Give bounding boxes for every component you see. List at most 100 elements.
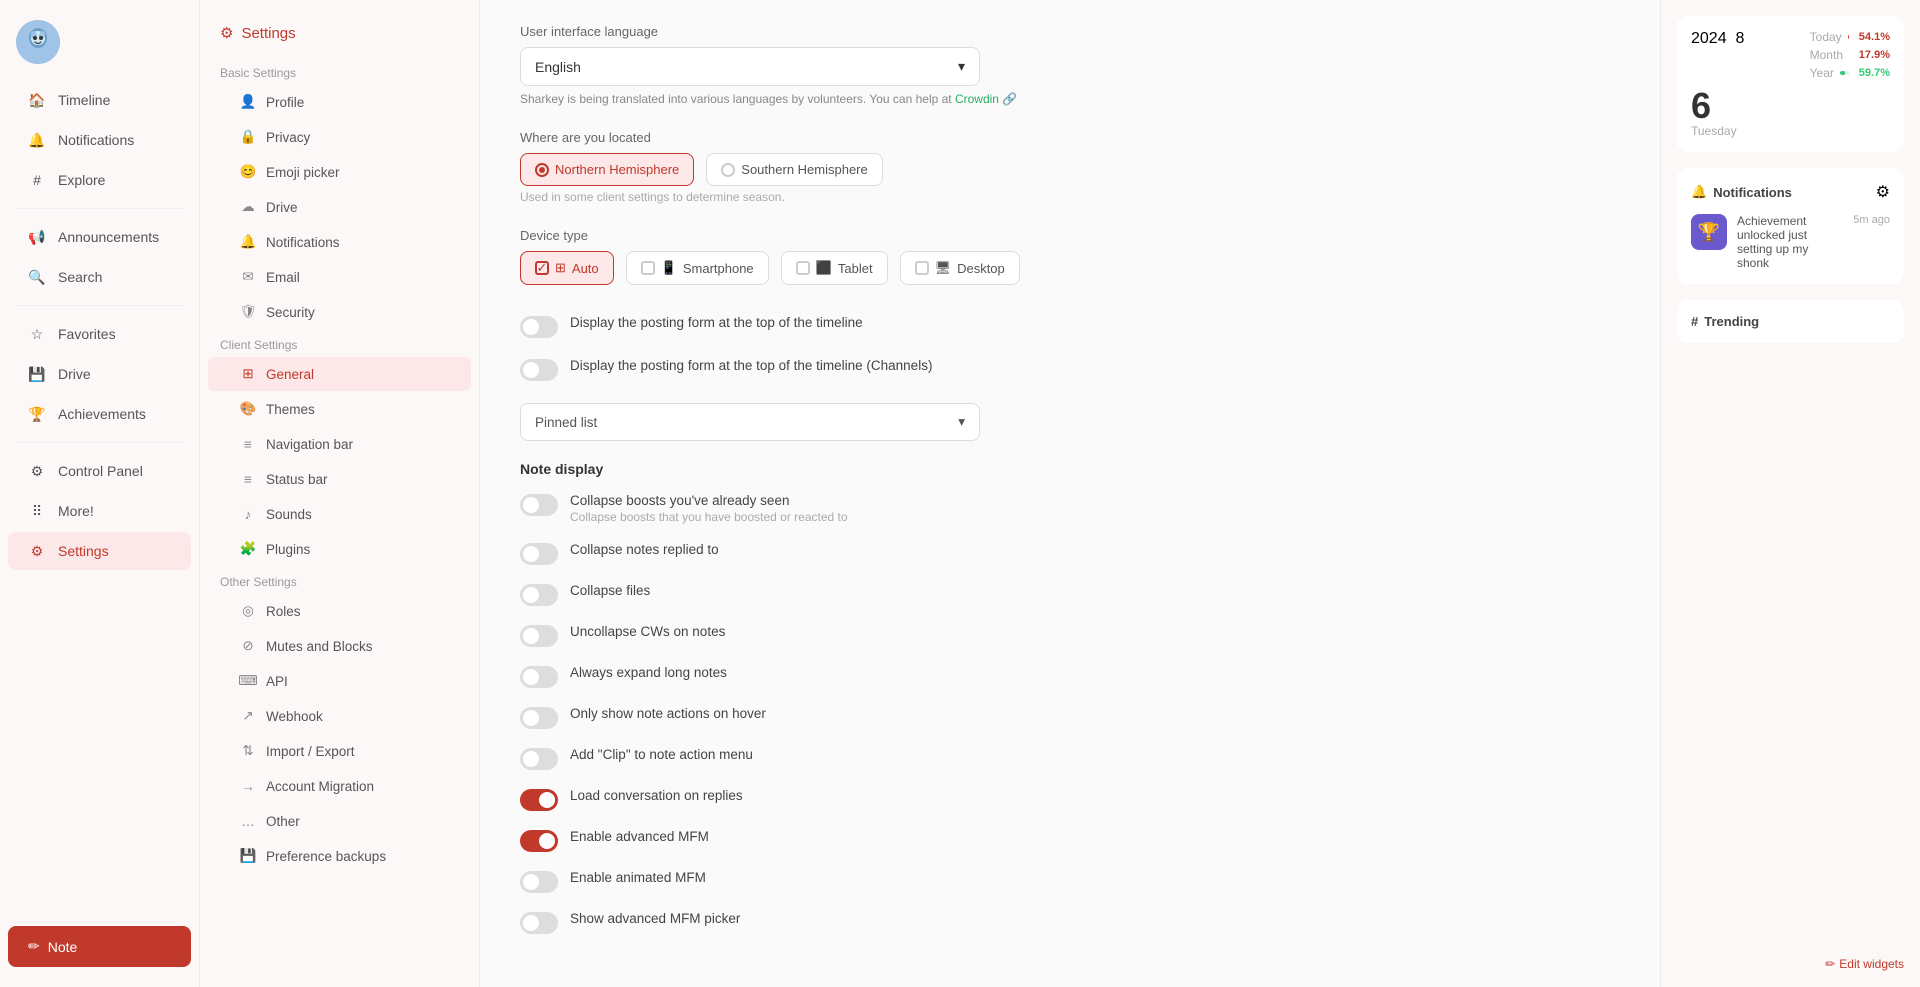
collapse-boosts-labels: Collapse boosts you've already seen Coll…	[570, 493, 848, 524]
posting-form-top-toggle[interactable]	[520, 316, 558, 338]
language-select[interactable]: English ▾	[520, 47, 980, 86]
enable-animated-mfm-row: Enable animated MFM	[520, 864, 1620, 899]
southern-radio-dot	[721, 163, 735, 177]
language-label: User interface language	[520, 24, 1620, 39]
settings-item-preference-backups[interactable]: 💾 Preference backups	[208, 839, 471, 873]
device-auto-option[interactable]: ✓ ⊞ Auto	[520, 251, 614, 285]
show-advanced-mfm-picker-toggle[interactable]	[520, 912, 558, 934]
settings-item-navigation-bar[interactable]: ≡ Navigation bar	[208, 427, 471, 461]
collapse-files-row: Collapse files	[520, 577, 1620, 612]
shield-icon: 🛡	[240, 304, 256, 320]
device-smartphone-option[interactable]: 📱 Smartphone	[626, 251, 769, 285]
month-value: 17.9%	[1855, 49, 1890, 61]
settings-item-webhook[interactable]: ↗ Webhook	[208, 699, 471, 733]
settings-item-profile[interactable]: 👤 Profile	[208, 85, 471, 119]
sidebar-item-more[interactable]: ⠿ More!	[8, 492, 191, 530]
settings-item-account-migration[interactable]: → Account Migration	[208, 769, 471, 803]
enable-advanced-mfm-toggle[interactable]	[520, 830, 558, 852]
northern-hemisphere-option[interactable]: Northern Hemisphere	[520, 153, 694, 186]
trophy-icon: 🏆	[28, 405, 46, 423]
uncollapse-cws-row: Uncollapse CWs on notes	[520, 618, 1620, 653]
settings-item-notifications-basic[interactable]: 🔔 Notifications	[208, 225, 471, 259]
sidebar-item-timeline[interactable]: 🏠 Timeline	[8, 81, 191, 119]
settings-item-api[interactable]: ⌨ API	[208, 664, 471, 698]
settings-item-themes[interactable]: 🎨 Themes	[208, 392, 471, 426]
settings-item-sounds[interactable]: ♪ Sounds	[208, 497, 471, 531]
uncollapse-cws-toggle[interactable]	[520, 625, 558, 647]
pencil-icon: ✏	[28, 938, 40, 955]
crowdin-link[interactable]: Crowdin	[955, 92, 999, 106]
today-metric: Today 54.1%	[1810, 30, 1890, 44]
sidebar-item-controlpanel[interactable]: ⚙ Control Panel	[8, 452, 191, 490]
left-sidebar: 🏠 Timeline 🔔 Notifications # Explore 📢 A…	[0, 0, 200, 987]
sidebar-item-achievements[interactable]: 🏆 Achievements	[8, 395, 191, 433]
settings-item-other[interactable]: … Other	[208, 804, 471, 838]
pinned-list-select[interactable]: Pinned list ▾	[520, 403, 980, 441]
auto-checkbox: ✓	[535, 261, 549, 275]
note-button[interactable]: ✏ Note	[8, 926, 191, 967]
bell-widget-icon: 🔔	[1691, 184, 1707, 200]
hash-icon: #	[28, 171, 46, 189]
year-value: 59.7%	[1855, 67, 1890, 79]
sidebar-item-search[interactable]: 🔍 Search	[8, 258, 191, 296]
content-area: User interface language English ▾ Sharke…	[480, 0, 1660, 987]
sidebar-item-settings[interactable]: ⚙ Settings	[8, 532, 191, 570]
sidebar-item-explore[interactable]: # Explore	[8, 161, 191, 199]
collapse-files-toggle[interactable]	[520, 584, 558, 606]
enable-animated-mfm-toggle[interactable]	[520, 871, 558, 893]
nav-divider-2	[16, 305, 183, 306]
settings-item-import-export[interactable]: ⇅ Import / Export	[208, 734, 471, 768]
notifications-widget: 🔔 Notifications ⚙ 🏆 Achievement unlocked…	[1677, 168, 1904, 284]
settings-item-roles[interactable]: ◎ Roles	[208, 594, 471, 628]
puzzle-icon: 🧩	[240, 541, 256, 557]
settings-item-security[interactable]: 🛡 Security	[208, 295, 471, 329]
settings-item-status-bar[interactable]: ≡ Status bar	[208, 462, 471, 496]
posting-form-channels-label: Display the posting form at the top of t…	[570, 358, 932, 373]
southern-hemisphere-option[interactable]: Southern Hemisphere	[706, 153, 882, 186]
sidebar-item-favorites[interactable]: ☆ Favorites	[8, 315, 191, 353]
sliders-icon: ⊞	[240, 366, 256, 382]
today-value: 54.1%	[1855, 31, 1890, 43]
smartphone-checkbox	[641, 261, 655, 275]
sidebar-item-notifications[interactable]: 🔔 Notifications	[8, 121, 191, 159]
cloud-icon: ☁	[240, 199, 256, 215]
tablet-icon: ⬛	[816, 260, 832, 276]
posting-form-channels-toggle[interactable]	[520, 359, 558, 381]
settings-item-email[interactable]: ✉ Email	[208, 260, 471, 294]
today-label: Today	[1810, 30, 1842, 44]
pencil-widgets-icon: ✏	[1825, 957, 1835, 971]
device-desktop-option[interactable]: 🖥 Desktop	[900, 251, 1020, 285]
collapse-notes-replied-toggle[interactable]	[520, 543, 558, 565]
add-clip-row: Add "Clip" to note action menu	[520, 741, 1620, 776]
lock-icon: 🔒	[240, 129, 256, 145]
always-expand-long-toggle[interactable]	[520, 666, 558, 688]
settings-item-privacy[interactable]: 🔒 Privacy	[208, 120, 471, 154]
music-icon: ♪	[240, 506, 256, 522]
settings-item-drive[interactable]: ☁ Drive	[208, 190, 471, 224]
stats-header: 2024 8 Today 54.1% Month	[1691, 30, 1890, 80]
sidebar-item-announcements[interactable]: 📢 Announcements	[8, 218, 191, 256]
always-expand-long-row: Always expand long notes	[520, 659, 1620, 694]
settings-notif-icon[interactable]: ⚙	[1876, 182, 1890, 202]
settings-item-emoji-picker[interactable]: 😊 Emoji picker	[208, 155, 471, 189]
settings-item-plugins[interactable]: 🧩 Plugins	[208, 532, 471, 566]
collapse-boosts-toggle[interactable]	[520, 494, 558, 516]
show-advanced-mfm-picker-row: Show advanced MFM picker	[520, 905, 1620, 940]
add-clip-toggle[interactable]	[520, 748, 558, 770]
avatar[interactable]	[16, 20, 60, 64]
today-bar	[1848, 35, 1849, 39]
device-type-radio-group: ✓ ⊞ Auto 📱 Smartphone ⬛ Tablet 🖥	[520, 251, 1620, 285]
edit-widgets-button[interactable]: ✏ Edit widgets	[1677, 957, 1904, 971]
settings-item-general[interactable]: ⊞ General	[208, 357, 471, 391]
location-radio-group: Northern Hemisphere Southern Hemisphere	[520, 153, 1620, 186]
sidebar-item-drive[interactable]: 💾 Drive	[8, 355, 191, 393]
load-conversation-toggle[interactable]	[520, 789, 558, 811]
gear-icon: ⚙	[28, 542, 46, 560]
megaphone-icon: 📢	[28, 228, 46, 246]
notifications-widget-header: 🔔 Notifications ⚙	[1691, 182, 1890, 202]
only-show-note-actions-toggle[interactable]	[520, 707, 558, 729]
device-tablet-option[interactable]: ⬛ Tablet	[781, 251, 888, 285]
settings-item-mutes-blocks[interactable]: ⊘ Mutes and Blocks	[208, 629, 471, 663]
collapse-notes-replied-row: Collapse notes replied to	[520, 536, 1620, 571]
trending-widget: # Trending	[1677, 300, 1904, 343]
